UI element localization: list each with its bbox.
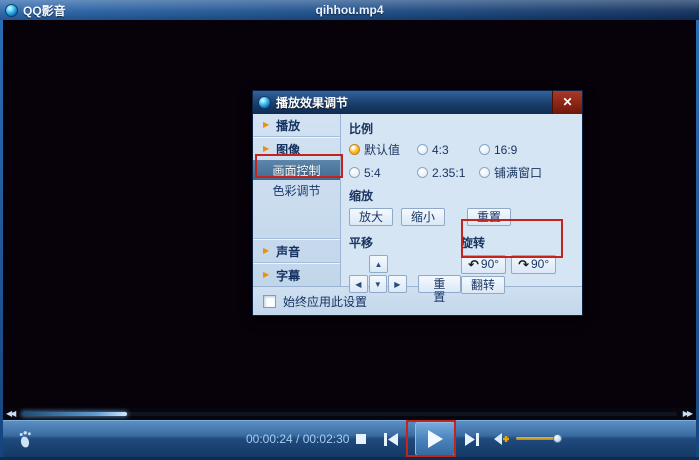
radio-label: 4:3 [432,142,449,157]
sidebar-item-label: 字幕 [276,268,301,283]
pan-left-button[interactable]: ◀ [349,275,368,293]
player-window: QQ影音 qihhou.mp4 播放效果调节 ✕ ▶ 播放 ▶ 图像 画面控制 … [0,0,699,460]
sidebar-item-label: 播放 [276,118,301,133]
dialog-logo-icon [258,96,271,109]
rotate-section-label: 旋转 [461,236,486,250]
triangle-bullet-icon: ▶ [263,270,270,279]
radio-icon [479,167,490,178]
radio-2-35-1[interactable]: 2.35:1 [417,164,479,181]
volume-icon [494,433,509,445]
volume-slider[interactable] [516,434,562,443]
pan-right-button[interactable]: ▶ [388,275,407,293]
seek-bar-row: ◀◀ ▶▶ [3,408,696,420]
triangle-bullet-icon: ▶ [263,246,270,255]
pan-reset-button[interactable]: 重置 [417,275,462,304]
next-icon [465,432,479,446]
ratio-options: 默认值 4:3 16:9 5:4 2.35:1 铺满窗口 [349,141,582,181]
seek-bar[interactable] [22,412,677,416]
sidebar-item-sound[interactable]: ▶ 声音 [253,240,340,262]
pan-down-button[interactable]: ▼ [368,275,388,293]
arrow-down-icon: ▼ [373,279,382,289]
titlebar: QQ影音 qihhou.mp4 [0,0,699,20]
stop-icon [356,434,366,444]
arrow-right-icon: ▶ [394,279,401,289]
radio-4-3[interactable]: 4:3 [417,141,479,158]
stop-button[interactable] [355,421,367,457]
radio-16-9[interactable]: 16:9 [479,141,582,158]
always-apply-checkbox[interactable] [263,294,276,308]
rotate-cw-icon: ↷ [518,257,529,272]
play-button[interactable] [415,422,455,456]
play-icon [428,430,443,448]
radio-fill-window[interactable]: 铺满窗口 [479,164,582,181]
radio-icon [417,144,428,155]
fast-forward-icon[interactable]: ▶▶ [683,409,693,418]
seek-bar-progress [22,412,127,416]
sidebar-item-label: 声音 [276,244,301,259]
radio-label: 默认值 [364,143,401,157]
rotate-ccw-90-button[interactable]: ↶ 90° [461,255,507,274]
rotate-ccw-label: 90° [480,257,500,271]
sidebar-item-image[interactable]: ▶ 图像 [253,138,340,160]
video-file-title: qihhou.mp4 [315,3,384,17]
radio-selected-icon [349,144,360,155]
footprint-icon [19,431,31,448]
flip-button[interactable]: 翻转 [461,276,506,294]
playback-effect-dialog: 播放效果调节 ✕ ▶ 播放 ▶ 图像 画面控制 色彩调节 ▶ 声音 ▶ 字幕 比… [252,90,583,316]
arrow-left-icon: ◀ [355,279,362,289]
previous-button[interactable] [383,421,398,457]
close-icon: ✕ [562,95,573,109]
dialog-close-button[interactable]: ✕ [552,91,582,114]
dialog-sidebar: ▶ 播放 ▶ 图像 画面控制 色彩调节 ▶ 声音 ▶ 字幕 [253,114,341,286]
zoom-reset-button[interactable]: 重置 [467,208,512,226]
radio-icon [349,167,360,178]
sidebar-item-color-adjust[interactable]: 色彩调节 [253,180,340,200]
rotate-cw-90-button[interactable]: ↷ 90° [511,255,557,274]
dialog-content: 比例 默认值 4:3 16:9 5:4 2.35:1 铺满窗口 缩放 放大 缩小… [341,114,582,304]
zoom-section-label: 缩放 [349,189,374,203]
triangle-bullet-icon: ▶ [263,144,270,153]
sidebar-item-screen-control[interactable]: 画面控制 [253,160,340,180]
radio-5-4[interactable]: 5:4 [349,164,417,181]
rotate-cw-label: 90° [530,257,550,271]
radio-label: 铺满窗口 [494,166,543,180]
dialog-title: 播放效果调节 [276,96,349,110]
sidebar-item-subtitle[interactable]: ▶ 字幕 [253,264,340,286]
radio-icon [417,167,428,178]
zoom-in-button[interactable]: 放大 [349,208,394,226]
previous-icon [384,432,398,446]
volume-button[interactable] [492,421,512,457]
footprint-app-button[interactable] [17,421,35,457]
volume-knob[interactable] [553,434,562,443]
dialog-titlebar[interactable]: 播放效果调节 ✕ [253,91,582,114]
pan-up-button[interactable]: ▲ [369,255,388,273]
sidebar-item-label: 图像 [276,142,301,157]
radio-default[interactable]: 默认值 [349,141,417,158]
control-bar: 00:00:24 / 00:02:30 [3,420,696,457]
sidebar-item-play[interactable]: ▶ 播放 [253,114,340,136]
zoom-out-button[interactable]: 缩小 [401,208,446,226]
always-apply-label: 始终应用此设置 [283,294,368,309]
pan-section-label: 平移 [349,236,374,250]
rewind-icon[interactable]: ◀◀ [6,409,16,418]
rotate-ccw-icon: ↶ [468,257,479,272]
next-button[interactable] [465,421,480,457]
radio-label: 16:9 [494,142,518,157]
arrow-up-icon: ▲ [374,259,383,269]
time-display: 00:00:24 / 00:02:30 [246,432,350,446]
radio-label: 2.35:1 [432,165,466,180]
triangle-bullet-icon: ▶ [263,120,270,129]
ratio-section-label: 比例 [349,122,374,136]
radio-icon [479,144,490,155]
radio-label: 5:4 [364,165,381,180]
